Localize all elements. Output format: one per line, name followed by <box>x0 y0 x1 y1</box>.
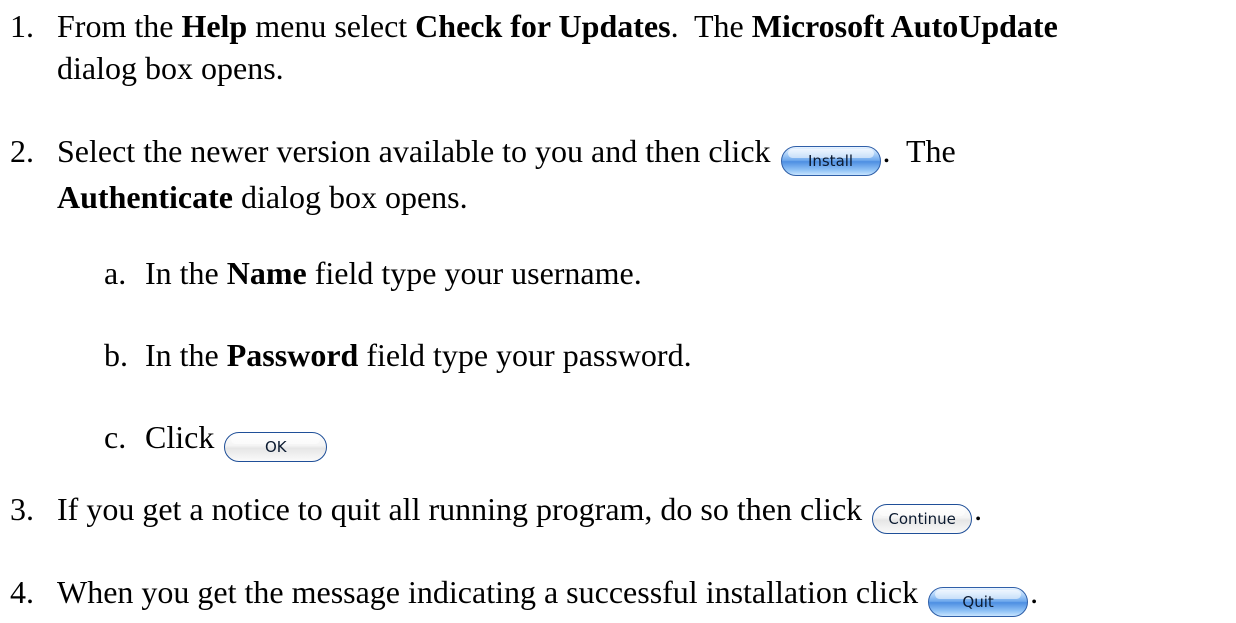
ok-button[interactable]: OK <box>224 432 328 462</box>
install-button-label: Install <box>807 152 854 170</box>
step-text: When you get the message indicating a su… <box>57 574 927 610</box>
substep-c: c. Click OK <box>104 416 329 462</box>
dialog-name-microsoft-autoupdate: Microsoft AutoUpdate <box>751 8 1058 44</box>
substep-b: b. In the Password field type your passwo… <box>104 334 692 376</box>
step-text: field type your password. <box>358 337 692 373</box>
step-text: Click <box>145 419 223 455</box>
step-number: 3. <box>10 491 34 527</box>
continue-button[interactable]: Continue <box>872 504 973 534</box>
quit-button-label: Quit <box>962 593 994 611</box>
step-2-line-1: 2. Select the newer version available to … <box>10 130 956 176</box>
step-1-line-1: 1. From the Help menu select Check for Up… <box>10 5 1058 47</box>
step-3: 3. If you get a notice to quit all runnin… <box>10 488 982 534</box>
step-text: . <box>1030 574 1039 610</box>
field-name-password: Password <box>226 337 359 373</box>
step-text: . The <box>670 8 752 44</box>
substep-letter: b. <box>104 337 128 373</box>
step-number: 4. <box>10 574 34 610</box>
menu-item-check-for-updates: Check for Updates <box>415 8 671 44</box>
step-1: 1. From the Help menu select Check for Up… <box>10 5 1058 89</box>
step-number: 2. <box>10 133 34 169</box>
step-text: If you get a notice to quit all running … <box>57 491 871 527</box>
dialog-name-authenticate: Authenticate <box>57 179 233 215</box>
step-text: . <box>974 491 983 527</box>
substep-letter: a. <box>104 255 127 291</box>
step-text: dialog box opens. <box>232 179 468 215</box>
step-text: menu select <box>247 8 416 44</box>
field-name-name: Name <box>226 255 307 291</box>
step-text: In the <box>145 255 227 291</box>
step-number: 1. <box>10 8 34 44</box>
ok-button-label: OK <box>265 438 287 456</box>
step-2-line-2: Authenticate dialog box opens. <box>10 176 956 218</box>
step-text: From the <box>57 8 182 44</box>
step-text: field type your username. <box>306 255 642 291</box>
step-text: . The <box>882 133 956 169</box>
install-button[interactable]: Install <box>780 146 881 176</box>
substep-a: a. In the Name field type your username. <box>104 252 642 294</box>
step-2: 2. Select the newer version available to … <box>10 130 956 218</box>
continue-button-label: Continue <box>888 510 956 528</box>
step-1-line-2: dialog box opens. <box>57 50 284 86</box>
step-text: Select the newer version available to yo… <box>57 133 779 169</box>
substep-letter: c. <box>104 419 127 455</box>
step-4: 4. When you get the message indicating a … <box>10 571 1038 617</box>
menu-name-help: Help <box>181 8 248 44</box>
step-text: In the <box>145 337 227 373</box>
